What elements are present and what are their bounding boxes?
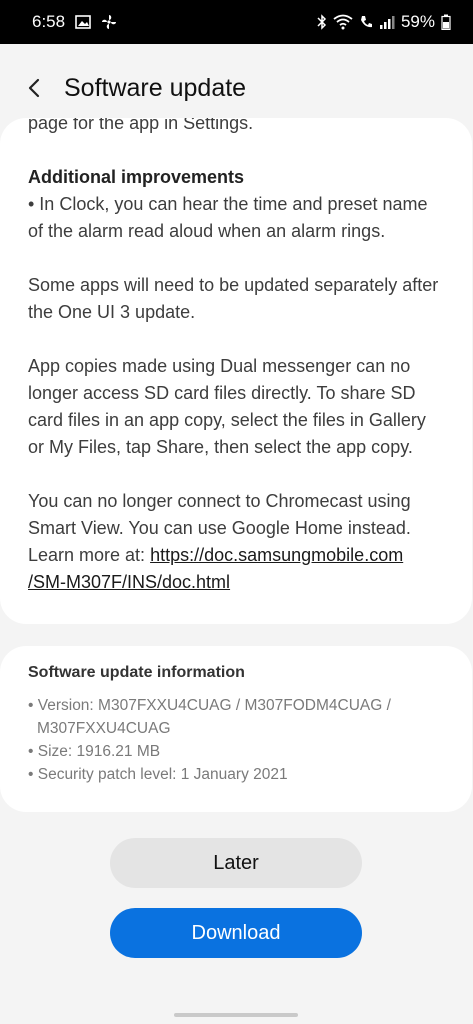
gesture-handle[interactable] bbox=[174, 1013, 298, 1017]
notes-partial-line: page for the app in Settings. bbox=[28, 118, 254, 133]
status-bar: 6:58 59% bbox=[0, 0, 473, 44]
signal-icon bbox=[379, 14, 395, 30]
release-notes-card[interactable]: page for the app in Settings. Additional… bbox=[0, 118, 472, 624]
back-button[interactable] bbox=[20, 74, 48, 102]
call-icon bbox=[359, 14, 373, 30]
bluetooth-icon bbox=[317, 14, 327, 30]
version-line-cont: M307FXXU4CUAG bbox=[37, 720, 171, 737]
clock-note: • In Clock, you can hear the time and pr… bbox=[28, 194, 428, 241]
image-icon bbox=[75, 15, 91, 29]
wifi-icon bbox=[333, 14, 353, 30]
navigation-bar bbox=[0, 996, 473, 1024]
later-button[interactable]: Later bbox=[110, 838, 362, 888]
fan-icon bbox=[101, 14, 117, 30]
size-line: • Size: 1916.21 MB bbox=[28, 743, 161, 760]
battery-icon bbox=[441, 14, 451, 30]
doc-link-line2: /SM-M307F/INS/doc.html bbox=[28, 572, 231, 592]
doc-link-line1: https://doc.samsungmobile.com bbox=[150, 545, 404, 565]
apps-note: Some apps will need to be updated separa… bbox=[28, 275, 439, 322]
status-right: 59% bbox=[317, 12, 451, 32]
security-patch-line: • Security patch level: 1 January 2021 bbox=[28, 766, 288, 783]
additional-improvements-heading: Additional improvements bbox=[28, 167, 245, 187]
version-line: • Version: M307FXXU4CUAG / M307FODM4CUAG… bbox=[28, 697, 391, 714]
chromecast-note: You can no longer connect to Chromecast … bbox=[28, 488, 442, 596]
dual-messenger-note: App copies made using Dual messenger can… bbox=[28, 356, 426, 457]
back-arrow-icon bbox=[28, 78, 40, 98]
battery-percentage: 59% bbox=[400, 12, 435, 31]
status-time: 6:58 bbox=[32, 12, 66, 31]
status-left: 6:58 bbox=[32, 12, 117, 32]
download-button[interactable]: Download bbox=[110, 908, 362, 958]
update-info-card: Software update information • Version: M… bbox=[0, 646, 472, 812]
info-title: Software update information bbox=[28, 664, 245, 681]
release-notes-content: page for the app in Settings. Additional… bbox=[28, 118, 442, 596]
page-title: Software update bbox=[64, 73, 247, 102]
